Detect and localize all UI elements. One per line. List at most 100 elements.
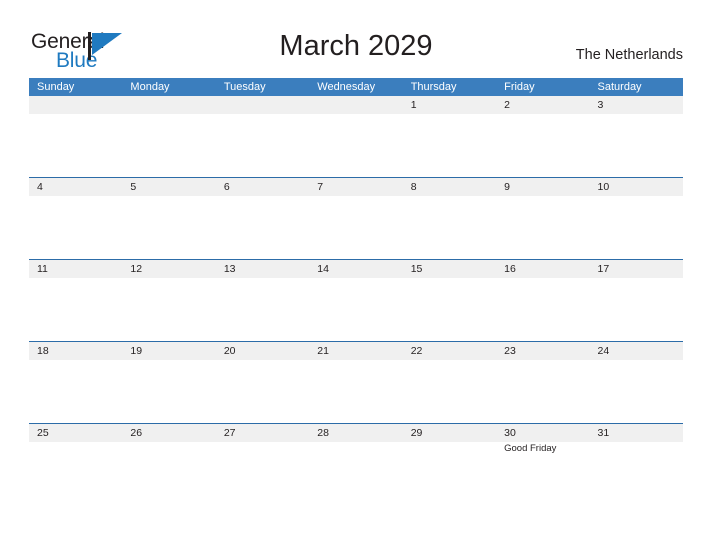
day-cell[interactable]: 14 xyxy=(309,260,402,278)
day-cell[interactable]: 15 xyxy=(403,260,496,278)
day-cell[interactable]: 2 xyxy=(496,96,589,114)
day-event-cell[interactable] xyxy=(216,196,309,258)
day-cell[interactable]: 10 xyxy=(590,178,683,196)
day-event-cell[interactable] xyxy=(403,114,496,176)
day-cell[interactable] xyxy=(29,96,122,114)
day-event-cell[interactable] xyxy=(309,196,402,258)
calendar-week-row: 1 2 3 xyxy=(29,96,683,177)
week-event-layer: Good Friday xyxy=(29,442,683,504)
weekday-header-sunday: Sunday xyxy=(37,81,75,93)
day-number: 7 xyxy=(317,181,324,193)
day-cell[interactable]: 26 xyxy=(122,424,215,442)
day-cell[interactable]: 12 xyxy=(122,260,215,278)
day-cell[interactable] xyxy=(216,96,309,114)
day-cell[interactable]: 4 xyxy=(29,178,122,196)
day-cell[interactable]: 24 xyxy=(590,342,683,360)
day-number: 19 xyxy=(130,345,143,357)
day-event-cell[interactable] xyxy=(590,114,683,176)
day-number: 11 xyxy=(37,263,48,275)
region-label: The Netherlands xyxy=(575,47,683,63)
day-cell[interactable]: 9 xyxy=(496,178,589,196)
day-cell[interactable]: 8 xyxy=(403,178,496,196)
day-number: 29 xyxy=(410,427,423,439)
day-event-cell[interactable] xyxy=(309,360,402,422)
day-cell[interactable]: 21 xyxy=(309,342,402,360)
day-cell[interactable]: 17 xyxy=(590,260,683,278)
day-cell[interactable]: 20 xyxy=(216,342,309,360)
day-event-cell[interactable]: Good Friday xyxy=(496,442,589,504)
day-number: 21 xyxy=(317,345,329,357)
day-cell[interactable]: 28 xyxy=(309,424,402,442)
day-number: 24 xyxy=(597,345,610,357)
day-event-cell[interactable] xyxy=(496,278,589,340)
day-cell[interactable]: 30 xyxy=(496,424,589,442)
day-event-cell[interactable] xyxy=(216,278,309,340)
day-cell[interactable] xyxy=(309,96,402,114)
week-event-layer xyxy=(29,196,683,258)
day-event-cell[interactable] xyxy=(122,114,215,176)
day-cell[interactable]: 27 xyxy=(216,424,309,442)
week-event-layer xyxy=(29,278,683,340)
day-number: 8 xyxy=(410,181,417,193)
day-number: 6 xyxy=(223,181,230,193)
day-event-cell[interactable] xyxy=(403,442,496,504)
day-event-cell[interactable] xyxy=(216,114,309,176)
day-event-cell[interactable] xyxy=(496,360,589,422)
day-cell[interactable]: 6 xyxy=(216,178,309,196)
day-cell[interactable]: 19 xyxy=(122,342,215,360)
day-number: 17 xyxy=(597,263,610,275)
day-cell[interactable]: 22 xyxy=(403,342,496,360)
weekday-header-friday: Friday xyxy=(504,81,535,93)
day-number: 13 xyxy=(223,263,236,275)
day-event-cell[interactable] xyxy=(590,442,683,504)
page-header: General Blue March 2029 The Netherlands xyxy=(0,0,712,78)
day-event-cell[interactable] xyxy=(29,278,122,340)
day-event-cell[interactable] xyxy=(590,360,683,422)
day-event-cell[interactable] xyxy=(309,114,402,176)
day-number: 28 xyxy=(317,427,329,439)
day-event-cell[interactable] xyxy=(309,442,402,504)
day-event-cell[interactable] xyxy=(122,196,215,258)
week-date-band: 4 5 6 7 8 9 10 xyxy=(29,178,683,196)
day-event-cell[interactable] xyxy=(590,196,683,258)
day-event-cell[interactable] xyxy=(403,278,496,340)
weekday-header-tuesday: Tuesday xyxy=(223,81,266,93)
day-event-cell[interactable] xyxy=(29,360,122,422)
day-cell[interactable]: 13 xyxy=(216,260,309,278)
day-number: 27 xyxy=(223,427,236,439)
day-event-cell[interactable] xyxy=(29,114,122,176)
day-event-cell[interactable] xyxy=(496,196,589,258)
day-cell[interactable]: 16 xyxy=(496,260,589,278)
day-number: 30 xyxy=(504,427,516,439)
day-cell[interactable]: 11 xyxy=(29,260,122,278)
day-cell[interactable]: 29 xyxy=(403,424,496,442)
day-event-cell[interactable] xyxy=(216,360,309,422)
day-event-cell[interactable] xyxy=(29,196,122,258)
week-date-band: 25 26 27 28 29 30 31 xyxy=(29,424,683,442)
day-event-cell[interactable] xyxy=(403,196,496,258)
day-event-cell[interactable] xyxy=(29,442,122,504)
day-cell[interactable]: 25 xyxy=(29,424,122,442)
weekday-header-saturday: Saturday xyxy=(597,81,642,93)
day-cell[interactable]: 7 xyxy=(309,178,402,196)
day-event-cell[interactable] xyxy=(496,114,589,176)
day-cell[interactable]: 23 xyxy=(496,342,589,360)
day-number: 3 xyxy=(597,99,604,111)
day-number: 2 xyxy=(504,99,510,111)
day-event-cell[interactable] xyxy=(590,278,683,340)
day-event-cell[interactable] xyxy=(309,278,402,340)
day-event-cell[interactable] xyxy=(403,360,496,422)
calendar-week-row: 25 26 27 28 29 30 31 Good Friday xyxy=(29,423,683,505)
day-event-cell[interactable] xyxy=(122,360,215,422)
calendar-week-row: 11 12 13 14 15 16 17 xyxy=(29,259,683,341)
day-cell[interactable]: 31 xyxy=(590,424,683,442)
day-event-cell[interactable] xyxy=(216,442,309,504)
day-event-cell[interactable] xyxy=(122,278,215,340)
day-cell[interactable]: 1 xyxy=(403,96,496,114)
day-cell[interactable]: 18 xyxy=(29,342,122,360)
day-event-cell[interactable] xyxy=(122,442,215,504)
day-number: 25 xyxy=(37,427,49,439)
day-cell[interactable]: 3 xyxy=(590,96,683,114)
day-cell[interactable]: 5 xyxy=(122,178,215,196)
day-cell[interactable] xyxy=(122,96,215,114)
